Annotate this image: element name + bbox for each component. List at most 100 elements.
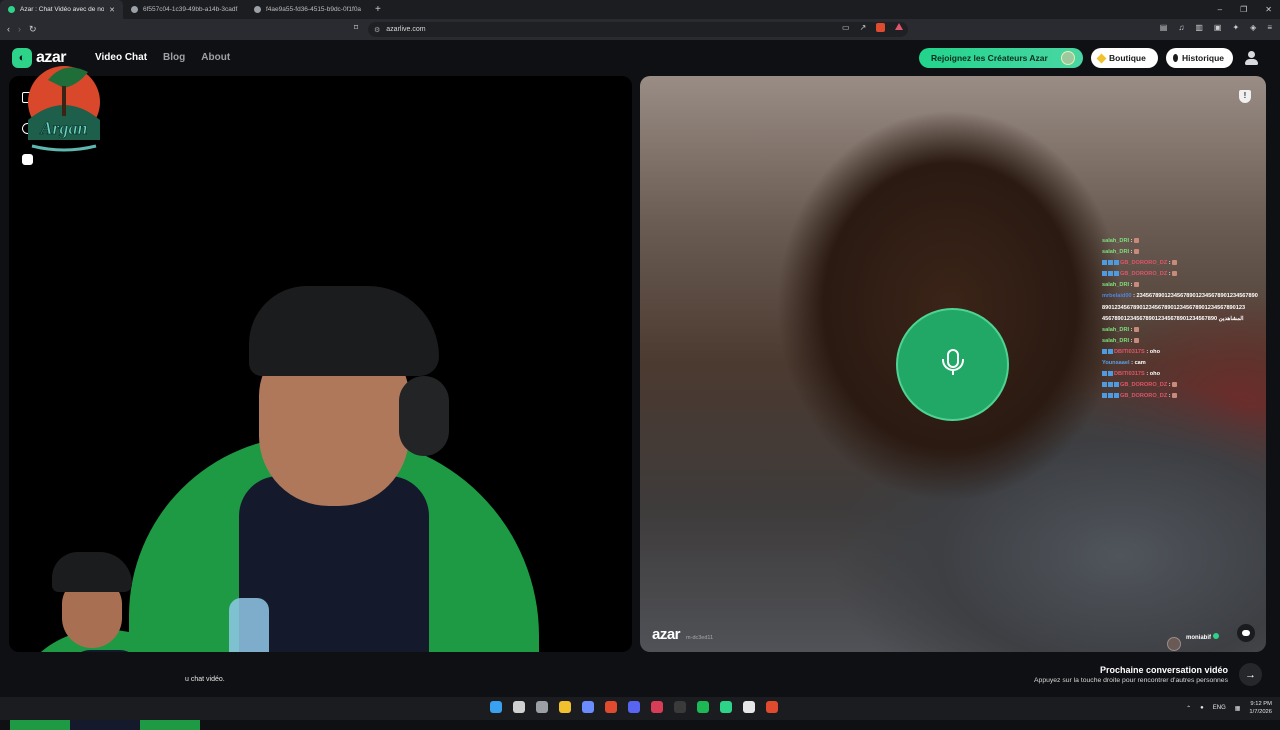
reload-icon[interactable]: ↻ <box>29 24 37 35</box>
history-icon <box>1173 54 1178 62</box>
nav-about[interactable]: About <box>201 52 230 63</box>
screen-cast-icon[interactable]: ▭ <box>842 23 850 32</box>
wallet-icon[interactable]: ▣ <box>1214 23 1222 32</box>
azar-favicon-icon <box>8 6 15 13</box>
creator-badge-icon <box>1061 51 1075 65</box>
brave-rewards-icon[interactable] <box>895 23 904 30</box>
badge-icon <box>1114 382 1119 388</box>
gem-icon <box>1096 53 1107 63</box>
new-tab-button[interactable]: + <box>375 4 381 15</box>
bookmark-icon[interactable]: ⌑ <box>354 23 358 32</box>
next-conversation-title: Prochaine conversation vidéo <box>1099 665 1228 675</box>
chat-message: oho <box>1149 371 1161 378</box>
clock-time: 9:12 PM <box>1250 701 1272 707</box>
chat-username: mrbelaid00 <box>1102 293 1132 300</box>
browser-address-bar: ‹ › ↻ ⌑ ⚙ azarlive.com ▭ ↗ ▤ ♫ ▥ ▣ ✦ ◈ ≡ <box>0 19 1280 40</box>
taskbar-app-icon[interactable] <box>582 701 594 713</box>
site-settings-icon[interactable]: ⚙ <box>374 26 380 34</box>
forward-arrow-icon[interactable]: › <box>18 24 21 35</box>
chat-username: GB_DORORO_DZ <box>1120 382 1168 389</box>
clock[interactable]: 9:12 PM 1/7/2026 <box>1249 700 1272 716</box>
next-conversation-button[interactable]: → <box>1239 663 1262 686</box>
microphone-icon <box>941 348 965 381</box>
taskbar-app-icon[interactable] <box>559 701 571 713</box>
tray-chevron-icon[interactable]: ⌃ <box>1186 705 1191 712</box>
microphone-tray-icon[interactable]: ● <box>1200 705 1204 711</box>
network-icon[interactable]: ▦ <box>1235 705 1241 712</box>
emote-icon <box>1134 238 1140 244</box>
taskbar-app-icon[interactable] <box>720 701 732 713</box>
chat-username: salah_DRI <box>1102 326 1130 333</box>
url-bar-icons: ▭ ↗ <box>842 23 904 32</box>
extensions-icon[interactable]: ✦ <box>1232 23 1239 32</box>
stream-chat-line: Younsaael : cam <box>1102 360 1146 367</box>
stream-chat-line: DBITI0317S : oho <box>1102 369 1280 380</box>
reading-list-icon[interactable]: ▥ <box>1195 23 1203 32</box>
stream-chat-line: salah_DRI : <box>1102 247 1280 258</box>
stream-chat-line: 4567890123456789012345678901234567890 ال… <box>1102 314 1280 325</box>
profile-icon[interactable] <box>1243 51 1259 67</box>
taskbar-apps <box>490 701 778 713</box>
argan-logo-overlay: Argan <box>28 66 100 152</box>
close-window-button[interactable]: ✕ <box>1265 5 1272 14</box>
chat-username: GB_DORORO_DZ <box>1120 260 1168 267</box>
chat-button[interactable] <box>1237 624 1255 642</box>
chat-username: salah_DRI <box>1102 337 1130 344</box>
tab-azar[interactable]: Azar : Chat Vidéo avec de no ✕ <box>0 0 123 19</box>
stream-chat-line: salah_DRI : <box>1102 336 1280 347</box>
brave-shield-icon[interactable] <box>876 23 886 32</box>
badge-icon <box>1102 382 1107 388</box>
stream-chat-line: mrbelaid00 : 234567890123456789012345678… <box>1102 293 1258 300</box>
stream-chat-line: GB_DORORO_DZ : <box>1102 391 1280 402</box>
tab-3[interactable]: f4ae9a55-fd36-4515-b9dc-0f1f0a65 <box>246 0 369 19</box>
badge-icon <box>1108 382 1113 388</box>
taskbar-app-icon[interactable] <box>674 701 686 713</box>
badge-icon <box>1102 371 1107 377</box>
taskbar-app-icon[interactable] <box>766 701 778 713</box>
emote-icon <box>1172 260 1178 266</box>
language-indicator[interactable]: ENG <box>1213 705 1226 711</box>
badge-icon <box>1102 271 1107 277</box>
boutique-label: Boutique <box>1109 53 1146 63</box>
taskbar-app-icon[interactable] <box>743 701 755 713</box>
taskbar-app-icon[interactable] <box>536 701 548 713</box>
minimize-button[interactable]: – <box>1218 5 1222 14</box>
join-creators-label: Rejoignez les Créateurs Azar <box>931 53 1048 63</box>
windows-start-icon[interactable] <box>490 701 502 713</box>
globe-favicon-icon <box>131 6 138 13</box>
tab-2[interactable]: 6f557c04-1c39-49bb-a14b-3cadf173 <box>123 0 246 19</box>
window-controls: – ❐ ✕ <box>1218 0 1272 19</box>
emote-icon <box>1172 393 1178 399</box>
browser-tab-bar: Azar : Chat Vidéo avec de no ✕ 6f557c04-… <box>0 0 1280 19</box>
stream-chat-line: GB_DORORO_DZ : <box>1102 258 1280 269</box>
report-icon[interactable]: ! <box>1239 90 1251 103</box>
historique-button[interactable]: Historique <box>1166 48 1233 68</box>
stream-chat-overlay: salah_DRI : salah_DRI : GB_DORORO_DZ : G… <box>1102 236 1280 402</box>
badge-icon <box>1108 371 1113 377</box>
maximize-button[interactable]: ❐ <box>1240 5 1247 14</box>
search-icon[interactable] <box>513 701 525 713</box>
vpn-icon[interactable]: ◈ <box>1250 23 1256 32</box>
badge-icon <box>1108 393 1113 399</box>
close-tab-icon[interactable]: ✕ <box>109 6 115 14</box>
microphone-button[interactable] <box>896 308 1009 421</box>
stream-chat-line: DBITI0317S : oho <box>1102 347 1280 358</box>
media-icon[interactable]: ♫ <box>1178 23 1184 32</box>
taskbar-app-icon[interactable] <box>605 701 617 713</box>
badge-icon <box>1108 271 1113 277</box>
url-field[interactable]: ⚙ azarlive.com <box>368 22 908 37</box>
stream-chat-line: salah_DRI : <box>1102 325 1280 336</box>
chat-username: DBITI0317S <box>1114 348 1145 355</box>
taskbar-app-icon[interactable] <box>697 701 709 713</box>
sidebar-toggle-icon[interactable]: ▤ <box>1160 23 1168 32</box>
boutique-button[interactable]: Boutique <box>1091 48 1158 68</box>
peer-info[interactable]: moniabif MA <box>1167 626 1219 652</box>
taskbar-app-icon[interactable] <box>651 701 663 713</box>
share-icon[interactable]: ↗ <box>860 23 867 32</box>
taskbar-app-icon[interactable] <box>628 701 640 713</box>
nav-blog[interactable]: Blog <box>163 52 185 63</box>
back-arrow-icon[interactable]: ‹ <box>7 24 10 35</box>
join-creators-button[interactable]: Rejoignez les Créateurs Azar <box>919 48 1083 68</box>
chat-message: cam <box>1134 360 1146 367</box>
menu-icon[interactable]: ≡ <box>1267 23 1272 32</box>
